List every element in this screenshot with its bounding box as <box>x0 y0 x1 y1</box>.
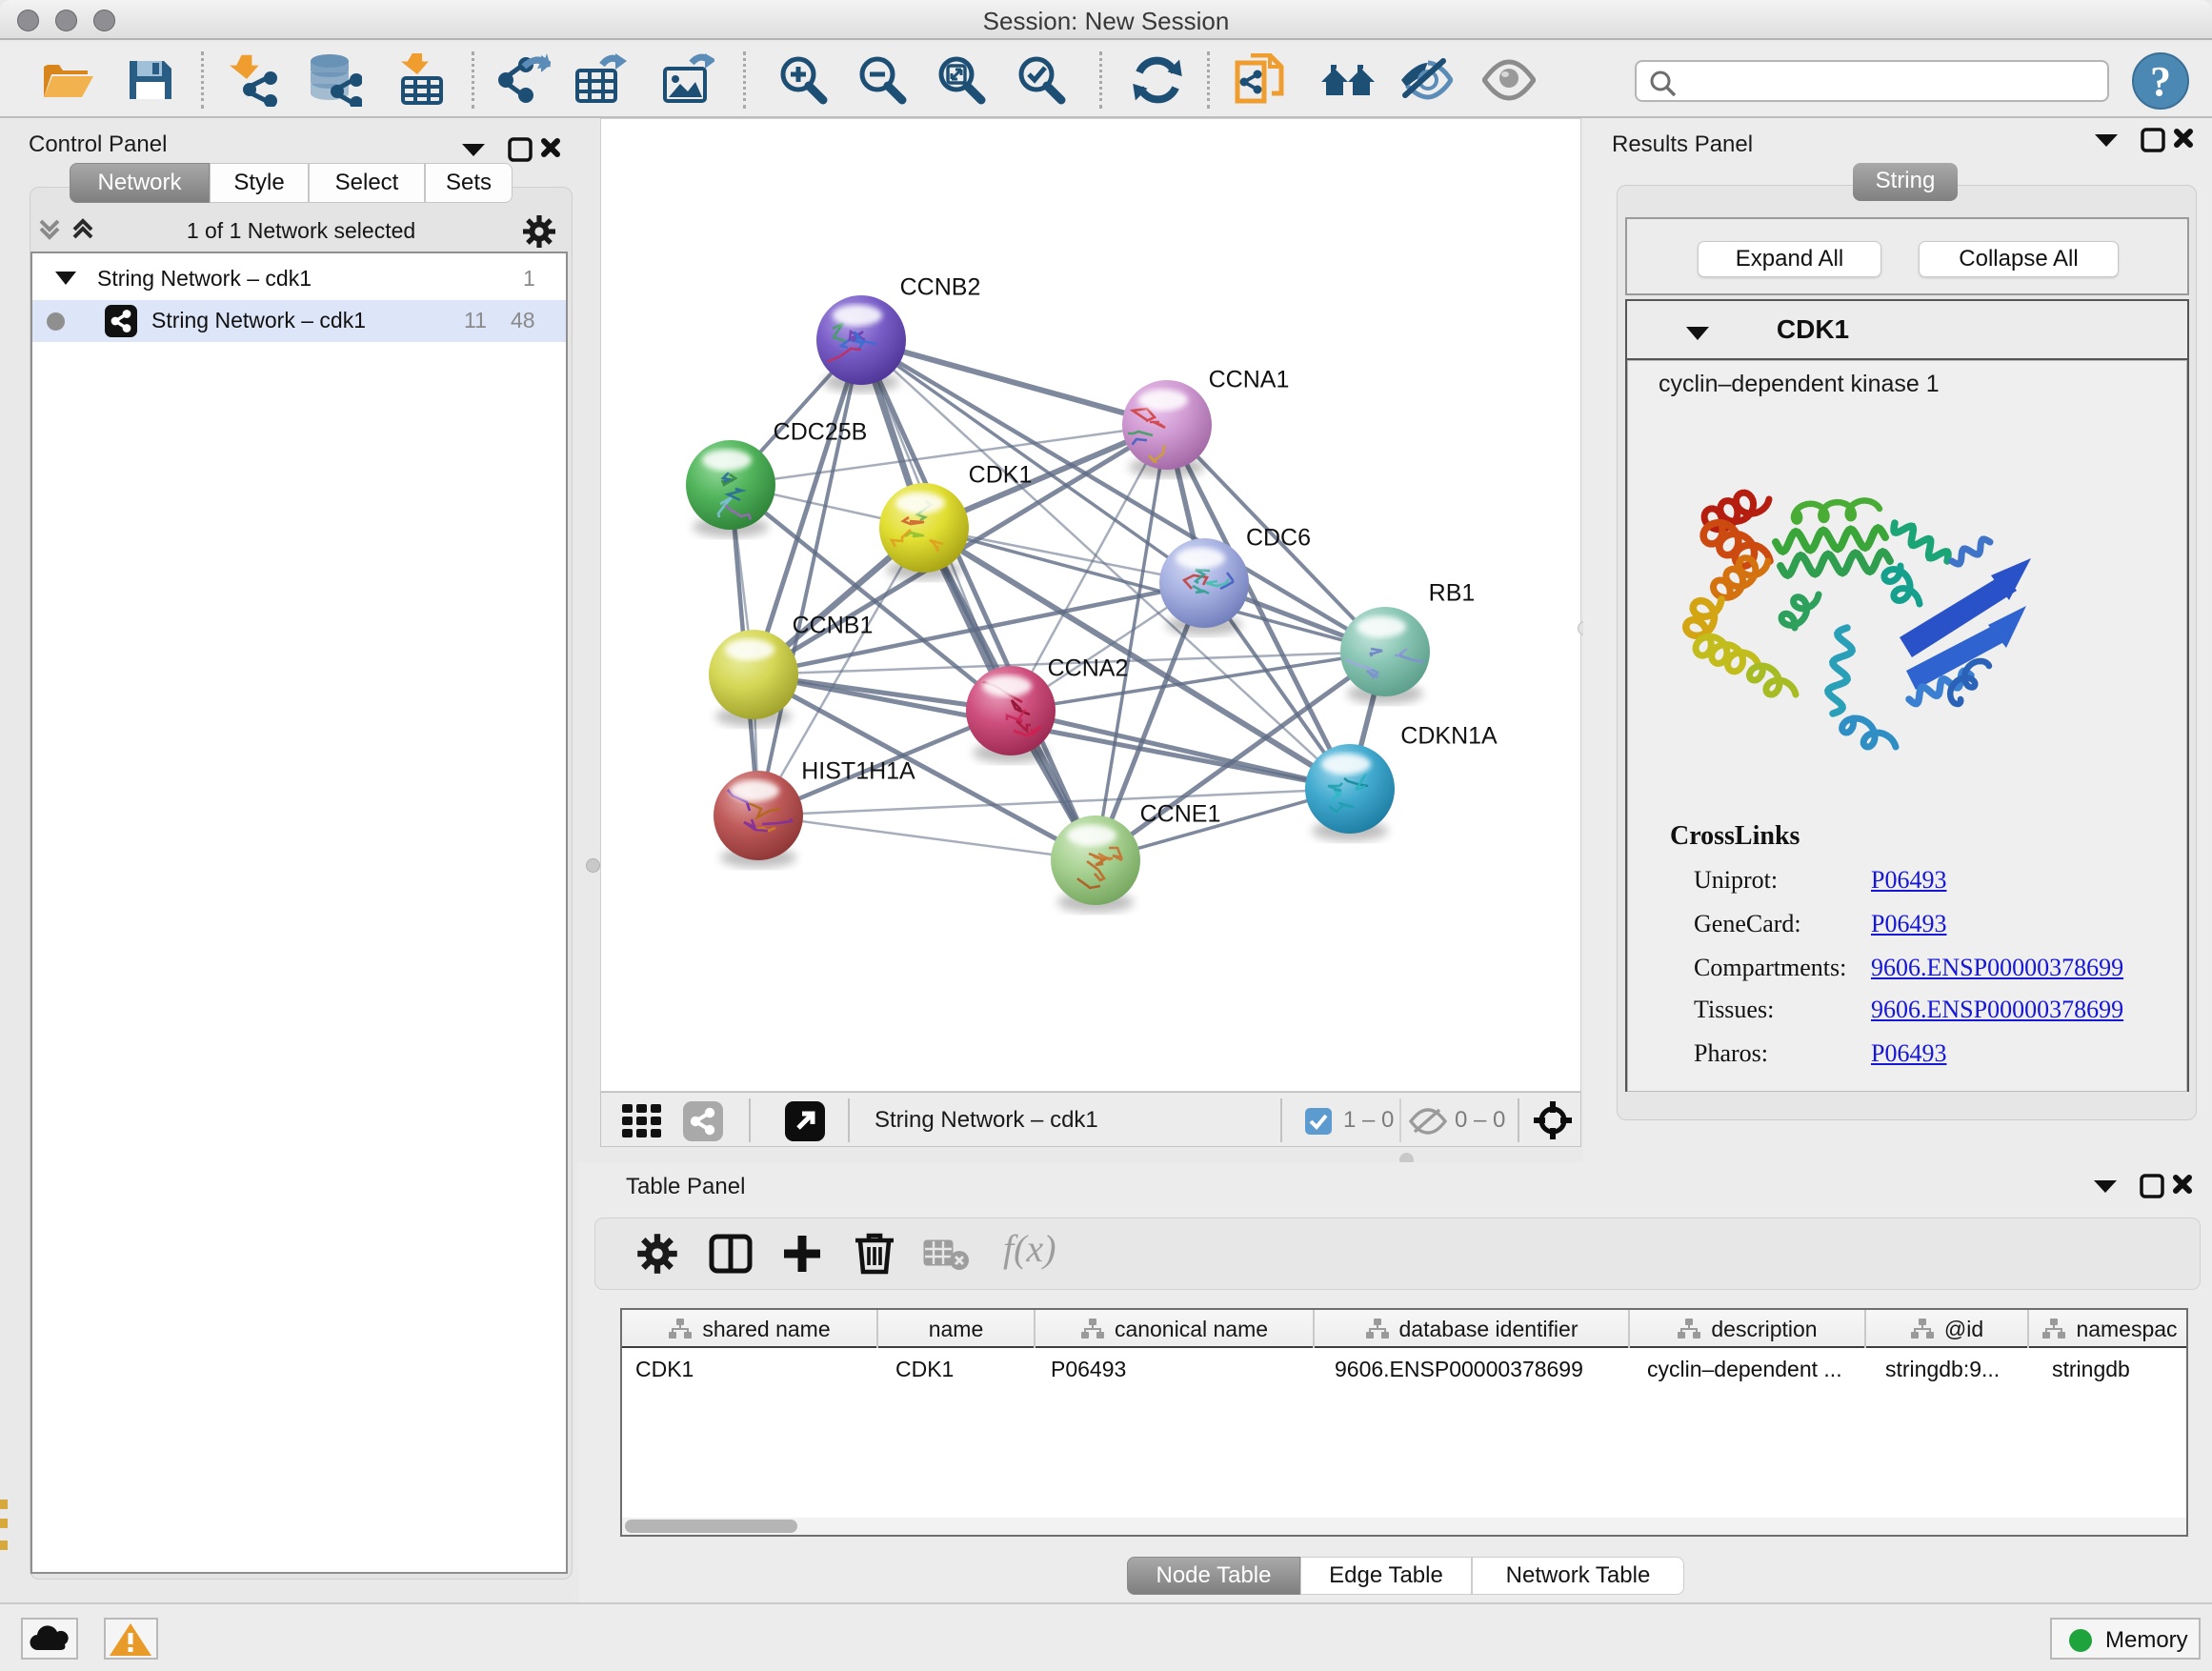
svg-text:CCNB1: CCNB1 <box>793 613 874 639</box>
svg-text:CCNE1: CCNE1 <box>1140 801 1221 828</box>
svg-text:CDC25B: CDC25B <box>774 419 868 446</box>
svg-text:HIST1H1A: HIST1H1A <box>801 758 915 785</box>
svg-text:CDKN1A: CDKN1A <box>1400 723 1498 750</box>
svg-text:RB1: RB1 <box>1429 580 1476 607</box>
svg-text:CCNA1: CCNA1 <box>1209 367 1290 393</box>
svg-text:CCNB2: CCNB2 <box>900 274 981 301</box>
svg-text:CDK1: CDK1 <box>969 462 1033 489</box>
svg-text:CCNA2: CCNA2 <box>1048 655 1129 682</box>
svg-text:CDC6: CDC6 <box>1246 525 1311 552</box>
